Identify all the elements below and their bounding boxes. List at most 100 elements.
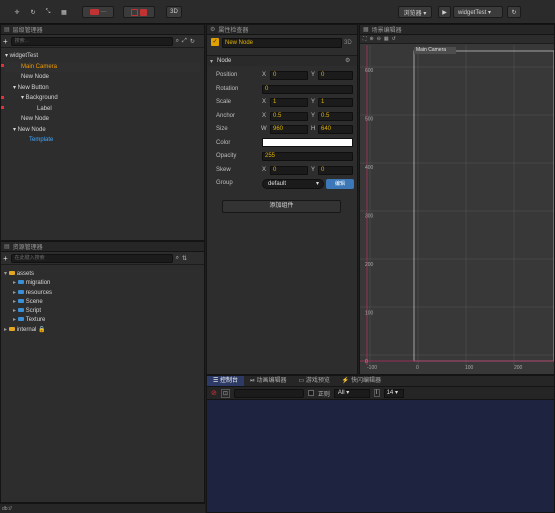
add-node-icon[interactable]: + xyxy=(3,37,8,46)
assets-search-input[interactable]: 在此键入搜索 xyxy=(10,253,173,263)
hierarchy-panel: ▤ 层级管理器 + 搜索... ⌕ ⤢ ↻ ▾ widgetTest Main C… xyxy=(0,24,205,241)
pivot-dash: — xyxy=(100,9,107,15)
asset-item[interactable]: ▸ Script xyxy=(4,307,199,316)
anchor-x-input[interactable]: 0.5 xyxy=(270,112,308,121)
clear-icon[interactable]: ⊘ xyxy=(211,389,217,397)
asset-item[interactable]: ▸ Scene xyxy=(4,298,199,307)
hierarchy-node[interactable]: ▾ New Button xyxy=(5,83,200,94)
zoom-in-icon[interactable]: ⊕ xyxy=(370,36,374,42)
color-swatch[interactable] xyxy=(262,138,353,147)
tab-game-preview[interactable]: ▭ 游戏预览 xyxy=(293,376,336,386)
scale-y-input[interactable]: 1 xyxy=(318,98,353,107)
sort-icon[interactable]: ⇅ xyxy=(182,255,187,262)
opacity-input[interactable]: 255 xyxy=(262,152,353,161)
hierarchy-node[interactable]: New Node xyxy=(5,114,200,125)
hierarchy-node[interactable]: Template xyxy=(5,135,200,146)
scale-tool-icon[interactable]: ⤡ xyxy=(42,6,54,18)
rotate-tool-icon[interactable]: ↻ xyxy=(27,6,39,18)
hierarchy-tree: ▾ widgetTest Main Camera New Node ▾ New But… xyxy=(5,51,200,146)
hierarchy-node[interactable]: ▾ Background xyxy=(5,93,200,104)
collapse-log-icon[interactable]: ⊡ xyxy=(220,388,230,398)
search-icon[interactable]: ⌕ xyxy=(176,38,179,45)
edit-group-button[interactable]: 编辑 xyxy=(326,179,354,189)
play-button[interactable]: ▶ xyxy=(438,6,451,18)
camera-frame xyxy=(413,50,554,362)
search-icon[interactable]: ⌕ xyxy=(176,255,179,262)
pivot-toggle[interactable]: — xyxy=(82,6,114,18)
asset-item[interactable]: ▸ resources xyxy=(4,289,199,298)
x-label: X xyxy=(262,99,267,105)
hierarchy-node[interactable]: ▾ New Node xyxy=(5,125,200,136)
y-label: Y xyxy=(311,167,316,173)
console-filter-input[interactable] xyxy=(233,388,304,398)
reset-view-icon[interactable]: ↺ xyxy=(392,36,396,42)
local-icon xyxy=(89,9,99,15)
expand-arrow-icon[interactable]: ▸ xyxy=(13,308,18,314)
font-size-select[interactable]: 14 ▾ xyxy=(383,388,404,398)
anchor-y-input[interactable]: 0.5 xyxy=(318,112,353,121)
asset-item[interactable]: ▾ assets xyxy=(4,270,199,279)
scale-x-input[interactable]: 1 xyxy=(270,98,308,107)
add-component-button[interactable]: 添加组件 xyxy=(222,200,341,213)
hierarchy-node[interactable]: Label xyxy=(5,104,200,115)
scene-select[interactable]: widgetTest ▾ xyxy=(453,6,503,18)
tab-flash-editor[interactable]: ⚡ 快闪编辑器 xyxy=(336,376,387,386)
rect-tool-icon[interactable]: ▦ xyxy=(58,6,70,18)
expand-arrow-icon[interactable]: ▸ xyxy=(13,317,18,323)
top-toolbar: ✛ ↻ ⤡ ▦ — 3D 浏览器 ▾ ▶ widgetTest ▾ ↻ xyxy=(0,0,555,24)
node-section-header[interactable]: ▾ Node ⚙ xyxy=(207,55,357,66)
scene-title: 场景编辑器 xyxy=(371,28,402,34)
tab-console[interactable]: ☰ 控制台 xyxy=(207,376,245,386)
scene-viewport[interactable]: 6005004003002001000-100 0 100 200 xyxy=(360,45,554,375)
asset-label: assets xyxy=(16,271,35,277)
gizmo-toggle[interactable] xyxy=(123,6,155,18)
expand-arrow-icon[interactable]: ▸ xyxy=(13,280,18,286)
zoom-out-icon[interactable]: ⊖ xyxy=(377,36,381,42)
expand-arrow-icon[interactable]: ▸ xyxy=(4,327,9,333)
hierarchy-title-bar: ▤ 层级管理器 xyxy=(1,25,204,35)
settings-icon[interactable]: ⚙ xyxy=(345,57,350,64)
zoom-fit-icon[interactable]: ⛶ xyxy=(363,36,367,42)
rotation-input[interactable]: 0 xyxy=(262,85,353,94)
move-tool-icon[interactable]: ✛ xyxy=(10,6,24,18)
square-icon xyxy=(131,8,138,16)
expand-arrow-icon[interactable]: ▾ xyxy=(4,271,9,277)
skew-x-input[interactable]: 0 xyxy=(270,166,308,175)
y-label: Y xyxy=(311,113,316,119)
expand-arrow-icon[interactable]: ▸ xyxy=(13,299,18,305)
expand-arrow-icon[interactable]: ▸ xyxy=(13,290,18,296)
refresh-icon[interactable]: ↻ xyxy=(190,38,195,45)
add-asset-icon[interactable]: + xyxy=(3,254,8,263)
position-y-input[interactable]: 0 xyxy=(318,71,353,80)
hierarchy-search-input[interactable]: 搜索... xyxy=(10,36,173,46)
node-active-checkbox[interactable]: ✓ xyxy=(211,38,219,46)
hierarchy-node[interactable]: New Node xyxy=(5,72,200,83)
group-select[interactable]: default ▾ xyxy=(262,179,324,189)
flash-icon: ⚡ xyxy=(341,378,352,384)
3d-label: 3D xyxy=(344,40,352,46)
node-name-input[interactable]: New Node xyxy=(222,38,342,48)
asset-item[interactable]: ▸ migration xyxy=(4,279,199,288)
scene-icon: ▦ xyxy=(363,27,369,33)
3d-toggle-button[interactable]: 3D xyxy=(166,6,182,18)
skew-y-input[interactable]: 0 xyxy=(318,166,353,175)
regex-checkbox[interactable] xyxy=(307,390,314,396)
y-label: Y xyxy=(311,72,316,78)
log-level-select[interactable]: All ▾ xyxy=(333,388,370,398)
hierarchy-node[interactable]: Main Camera xyxy=(5,61,200,72)
refresh-button[interactable]: ↻ xyxy=(507,6,521,18)
console-panel: ☰ 控制台 ⏯ 动画编辑器 ▭ 游戏预览 ⚡ 快闪编辑器 ⊘ ⊡ 正则 All … xyxy=(206,375,555,513)
hierarchy-node[interactable]: ▾ widgetTest xyxy=(5,51,200,62)
position-x-input[interactable]: 0 xyxy=(270,71,308,80)
expand-icon[interactable]: ⤢ xyxy=(182,38,187,45)
browser-select[interactable]: 浏览器 ▾ xyxy=(398,6,432,18)
tab-animation[interactable]: ⏯ 动画编辑器 xyxy=(244,376,292,386)
asset-item[interactable]: ▸ Texture xyxy=(4,316,199,325)
grid-icon[interactable]: ▦ xyxy=(384,36,389,42)
regex-label: 正则 xyxy=(317,391,330,398)
folder-icon xyxy=(17,308,24,313)
size-h-input[interactable]: 640 xyxy=(318,125,353,134)
size-w-input[interactable]: 960 xyxy=(270,125,308,134)
collapse-icon: ▾ xyxy=(210,59,214,65)
asset-item[interactable]: ▸ internal 🔒 xyxy=(4,326,199,335)
